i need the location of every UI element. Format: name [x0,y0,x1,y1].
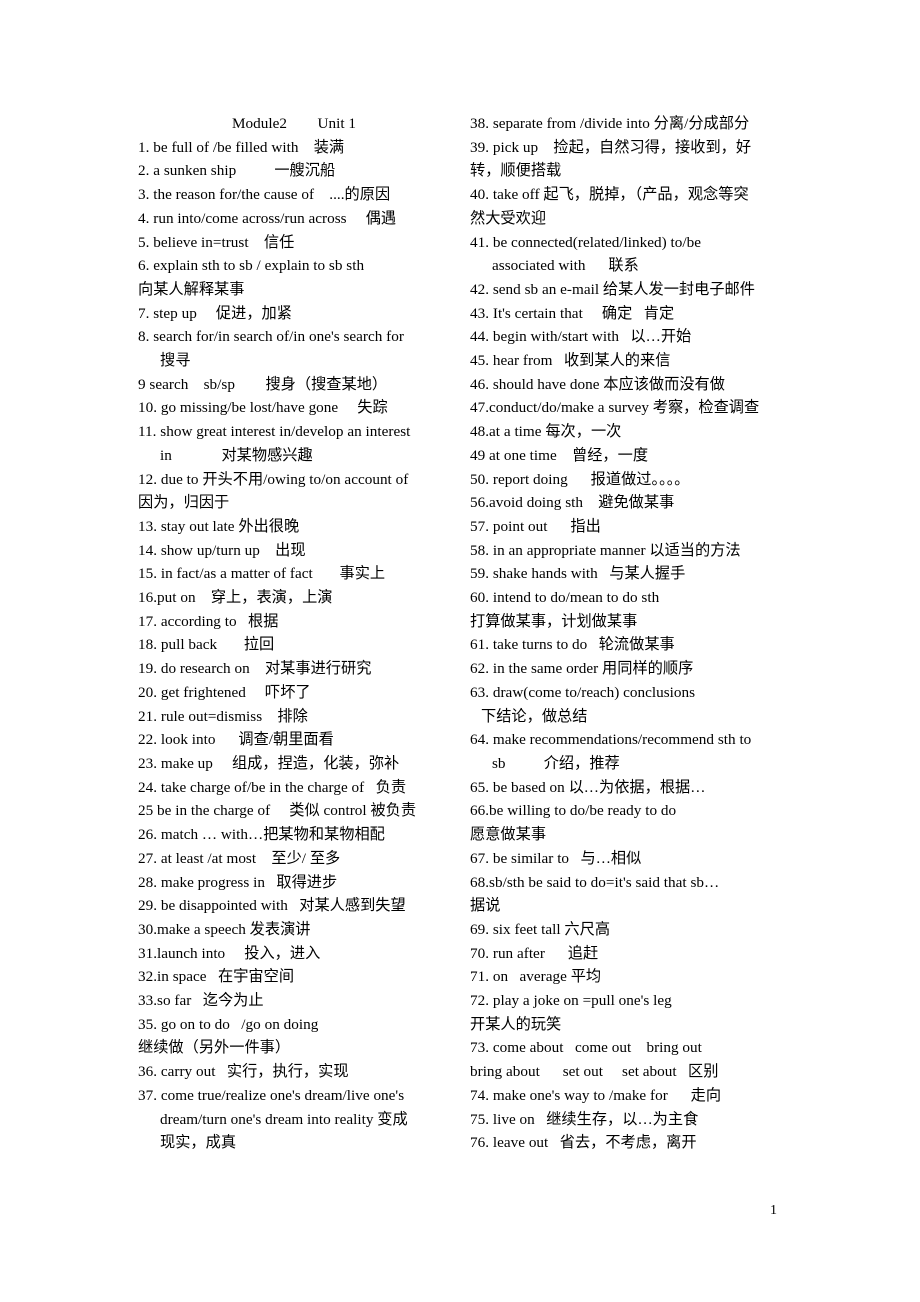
right_column-line: 58. in an appropriate manner 以适当的方法 [470,541,741,559]
left_column-line: Module2 Unit 1 [231,115,357,132]
left_column-line: 12. due to 开头不用/owing to/on account of [138,470,409,488]
left_column-line: 19. do research on 对某事进行研究 [138,660,372,678]
right_column-line: 41. be connected(related/linked) to/be [470,233,702,251]
left-column: Module2 Unit 1 1. be full of /be filled w… [138,112,450,1155]
right_column-line: 65. be based on 以…为依据，根据… [470,778,706,796]
left_column-line: 21. rule out=dismiss 排除 [138,707,308,725]
right_column-line: 据说 [470,897,501,915]
left_column-line: 26. match … with…把某物和某物相配 [138,826,385,844]
right_column-line: 67. be similar to 与…相似 [470,849,642,867]
right-column: 38. separate from /divide into 分离/分成部分 39… [470,112,798,1155]
right_column-line: associated with 联系 [492,257,639,275]
right_column-line: 64. make recommendations/recommend sth t… [470,731,752,749]
right_column-line: 48.at a time 每次，一次 [470,423,622,441]
right_column-line: 74. make one's way to /make for 走向 [470,1086,722,1104]
right_column-line: 70. run after 追赶 [470,944,599,962]
right_column-line: 49 at one time 曾经，一度 [470,446,649,464]
right_column-line: sb 介绍，推荐 [492,754,620,772]
left_column-line: in 对某物感兴趣 [160,446,313,464]
right_column-line: 59. shake hands with 与某人握手 [470,565,686,583]
document-page: Module2 Unit 1 1. be full of /be filled w… [0,0,920,1302]
left_column-line: 10. go missing/be lost/have gone 失踪 [138,399,388,417]
left_column-line: 35. go on to do /go on doing [138,1015,319,1033]
right_column-line: 40. take off 起飞，脱掉，（产品，观念等突 [470,186,749,204]
left_column-line: 7. step up 促进，加紧 [138,304,292,322]
left_column-line: 8. search for/in search of/in one's sear… [138,328,404,346]
left_column-line: 2. a sunken ship 一艘沉船 [138,162,336,180]
left_column-line: dream/turn one's dream into reality 变成 [160,1110,408,1128]
left_column-line: 22. look into 调查/朝里面看 [138,731,334,749]
right_column-line: 46. should have done 本应该做而没有做 [470,375,725,393]
left_column-line: 31.launch into 投入，进入 [138,944,321,962]
left_column-line: 18. pull back 拉回 [138,636,275,654]
left_column-line: 28. make progress in 取得进步 [138,873,338,891]
right_column-line: 57. point out 指出 [470,517,601,535]
right_column-line: 62. in the same order 用同样的顺序 [470,660,694,678]
left_column-line: 32.in space 在宇宙空间 [138,968,295,986]
left_column-line: 20. get frightened 吓坏了 [138,683,311,701]
right_column-line: 66.be willing to do/be ready to do [470,802,677,820]
left_column-line: 16.put on 穿上，表演，上演 [138,589,333,607]
right_column-line: 75. live on 继续生存，以…为主食 [470,1110,699,1128]
right_column-line: 打算做某事，计划做某事 [470,612,638,630]
left_column-line: 5. believe in=trust 信任 [138,233,295,251]
right_column-line: 63. draw(come to/reach) conclusions [470,683,696,701]
right_column-line: 愿意做某事 [470,826,547,844]
right_column-line: 71. on average 平均 [470,968,602,986]
left_column-line: 继续做（另外一件事） [138,1039,291,1057]
left_column-line: 23. make up 组成，捏造，化装，弥补 [138,754,400,772]
right_column-line: 45. hear from 收到某人的来信 [470,352,671,370]
left_column-line: 27. at least /at most 至少/ 至多 [138,849,341,867]
left_column-line: 14. show up/turn up 出现 [138,541,306,559]
right_column-line: 60. intend to do/mean to do sth [470,589,660,607]
right_column-line: 开某人的玩笑 [470,1015,562,1033]
right_column-line: 38. separate from /divide into 分离/分成部分 [470,115,750,132]
left_column-line: 因为，归因于 [138,494,230,512]
left_column-line: 30.make a speech 发表演讲 [138,920,311,938]
left_column-line: 6. explain sth to sb / explain to sb sth [138,257,365,275]
left_column-line: 24. take charge of/be in the charge of 负… [138,778,407,796]
right_column-line: 44. begin with/start with 以…开始 [470,328,692,346]
left_column-line: 现实，成真 [160,1134,237,1152]
right_column-line: 然大受欢迎 [470,209,547,227]
right_column-line: 72. play a joke on =pull one's leg [470,992,672,1010]
left_column-line: 29. be disappointed with 对某人感到失望 [138,897,406,915]
right_column-line: bring about set out set about 区别 [470,1063,719,1081]
left_column-line: 4. run into/come across/run across 偶遇 [138,209,397,227]
left_column-line: 搜寻 [160,352,191,370]
right_column-line: 47.conduct/do/make a survey 考察，检查调查 [470,399,760,417]
right_column-line: 73. come about come out bring out [470,1039,702,1057]
right_column-line: 61. take turns to do 轮流做某事 [470,636,675,654]
left_column-line: 11. show great interest in/develop an in… [138,423,411,441]
right_column-line: 下结论，做总结 [481,707,588,725]
left_column-line: 17. according to 根据 [138,612,279,630]
right_column-line: 56.avoid doing sth 避免做某事 [470,494,675,512]
left_column-line: 36. carry out 实行，执行，实现 [138,1063,349,1081]
left_column-line: 1. be full of /be filled with 装满 [138,138,345,156]
left_column-line: 37. come true/realize one's dream/live o… [138,1086,405,1104]
left_column-line: 3. the reason for/the cause of ....的原因 [138,186,391,204]
right_column-line: 69. six feet tall 六尺高 [470,920,611,938]
right_column-line: 68.sb/sth be said to do=it's said that s… [470,873,720,891]
left_column-line: 13. stay out late 外出很晚 [138,517,300,535]
right_column-line: 39. pick up 捡起，自然习得，接收到，好 [470,138,752,156]
right_column-line: 50. report doing 报道做过。。。。 [470,470,690,488]
right_column-line: 76. leave out 省去，不考虑，离开 [470,1134,697,1152]
left_column-line: 33.so far 迄今为止 [138,992,264,1010]
left_column-line: 9 search sb/sp 搜身（搜查某地） [138,375,388,393]
left_column-line: 向某人解释某事 [138,280,245,298]
left_column-line: 15. in fact/as a matter of fact 事实上 [138,565,386,583]
left_column-line: 25 be in the charge of 类似 control 被负责 [138,802,417,820]
page-number: 1 [770,1203,777,1218]
right_column-line: 转，顺便搭载 [470,162,562,180]
right_column-line: 43. It's certain that 确定 肯定 [470,304,675,322]
right_column-line: 42. send sb an e-mail 给某人发一封电子邮件 [470,280,755,298]
